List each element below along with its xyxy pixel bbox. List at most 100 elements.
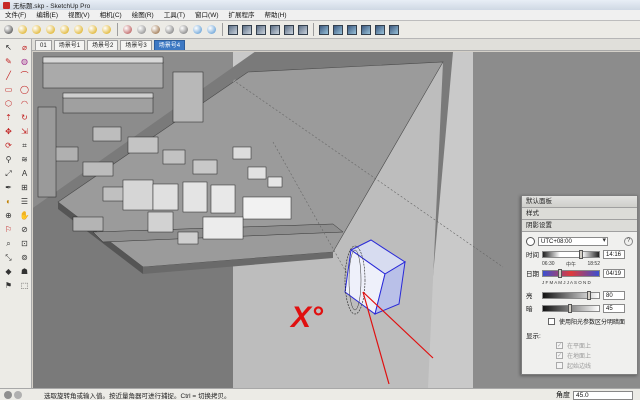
tool-icon[interactable]: ≋	[18, 154, 31, 166]
zoom-icon[interactable]	[163, 23, 176, 36]
on-faces-checkbox[interactable]: ✓ 在平面上	[556, 340, 633, 350]
tool-icon[interactable]: ▭	[2, 84, 15, 96]
styles-panel-header[interactable]: 样式	[522, 208, 637, 220]
tool-icon[interactable]: ⊡	[18, 238, 31, 250]
measurements-value[interactable]: 45.0	[573, 390, 633, 400]
tool-icon[interactable]: ◐	[2, 196, 15, 208]
orbit-icon[interactable]	[135, 23, 148, 36]
push-pull-icon[interactable]	[16, 23, 29, 36]
tool-icon[interactable]: ⊞	[18, 182, 31, 194]
menu-item[interactable]: 视图(V)	[63, 10, 95, 21]
tool-icon[interactable]: ◍	[18, 56, 31, 68]
date-slider-knob[interactable]	[558, 268, 562, 278]
light-slider[interactable]	[542, 290, 600, 300]
tool-icon[interactable]: ↻	[18, 112, 31, 124]
tool-icon[interactable]: ⌕	[2, 238, 15, 250]
scale-icon[interactable]	[86, 23, 99, 36]
back-view-icon[interactable]	[282, 23, 295, 36]
zoom-extents-icon[interactable]	[177, 23, 190, 36]
date-field[interactable]: 04/19	[603, 268, 625, 278]
tool-icon[interactable]: ✥	[2, 126, 15, 138]
time-field[interactable]: 14:16	[603, 249, 625, 259]
tool-icon[interactable]: ◠	[18, 98, 31, 110]
tool-icon[interactable]: ⚐	[2, 224, 15, 236]
timezone-select[interactable]: UTC+08:00	[538, 236, 608, 246]
hidden-line-icon[interactable]	[345, 23, 358, 36]
tool-icon[interactable]: ⌗	[18, 140, 31, 152]
next-view-icon[interactable]	[205, 23, 218, 36]
select-tool-icon[interactable]	[2, 23, 15, 36]
geo-location-icon[interactable]	[4, 390, 12, 399]
follow-me-icon[interactable]	[44, 23, 57, 36]
dark-slider-knob[interactable]	[568, 303, 572, 313]
tool-icon[interactable]: ⇲	[18, 126, 31, 138]
tool-icon[interactable]: ╱	[2, 70, 15, 82]
offset-icon[interactable]	[72, 23, 85, 36]
tool-icon[interactable]: ◆	[2, 266, 15, 278]
tool-icon[interactable]: ⌒	[18, 70, 31, 82]
shadow-toggle-icon[interactable]	[526, 236, 535, 246]
front-view-icon[interactable]	[254, 23, 267, 36]
left-view-icon[interactable]	[296, 23, 309, 36]
tool-icon[interactable]: ⚲	[2, 154, 15, 166]
menu-item[interactable]: 工具(T)	[159, 10, 190, 21]
tool-icon[interactable]: A	[18, 168, 31, 180]
tray-header[interactable]: 默认面板	[522, 196, 637, 208]
textured-icon[interactable]	[373, 23, 386, 36]
tool-icon[interactable]: ↖	[2, 42, 15, 54]
shaded-icon[interactable]	[359, 23, 372, 36]
menu-item[interactable]: 文件(F)	[0, 10, 31, 21]
tool-icon[interactable]: ☰	[18, 196, 31, 208]
time-slider-knob[interactable]	[579, 249, 583, 259]
xray-icon[interactable]	[317, 23, 330, 36]
tool-icon[interactable]: ☗	[18, 266, 31, 278]
tool-icon[interactable]: ⬡	[2, 98, 15, 110]
wireframe-icon[interactable]	[331, 23, 344, 36]
scene-tab[interactable]: 场景号3	[120, 40, 152, 50]
paint-icon[interactable]	[100, 23, 113, 36]
credits-icon[interactable]	[14, 390, 22, 399]
tool-icon[interactable]: ⬚	[18, 280, 31, 292]
tool-icon[interactable]: ⚑	[2, 280, 15, 292]
menu-item[interactable]: 编辑(E)	[31, 10, 63, 21]
tool-icon[interactable]: ✒	[2, 182, 15, 194]
monochrome-icon[interactable]	[387, 23, 400, 36]
light-slider-knob[interactable]	[587, 290, 591, 300]
previous-view-icon[interactable]	[191, 23, 204, 36]
tool-icon[interactable]: ⌀	[18, 42, 31, 54]
date-slider[interactable]	[542, 268, 600, 278]
tool-icon[interactable]: ◯	[18, 84, 31, 96]
light-field[interactable]: 80	[603, 290, 625, 300]
tool-icon[interactable]: ⤡	[2, 252, 15, 264]
menu-item[interactable]: 帮助(H)	[260, 10, 292, 21]
tool-icon[interactable]: ⇡	[2, 112, 15, 124]
components-icon[interactable]	[121, 23, 134, 36]
menu-item[interactable]: 相机(C)	[95, 10, 127, 21]
iso-view-icon[interactable]	[226, 23, 239, 36]
checkbox-box[interactable]	[548, 317, 555, 325]
tool-icon[interactable]: ⊚	[18, 252, 31, 264]
tool-icon[interactable]: ✎	[2, 56, 15, 68]
tool-icon[interactable]: ✋	[18, 210, 31, 222]
tool-icon[interactable]: ⤢	[2, 168, 15, 180]
menu-item[interactable]: 扩展程序	[224, 10, 260, 21]
scene-tab[interactable]: 场景号2	[87, 40, 119, 50]
on-ground-checkbox[interactable]: ✓ 在地面上	[556, 350, 633, 360]
dark-field[interactable]: 45	[603, 303, 625, 313]
pan-icon[interactable]	[149, 23, 162, 36]
tool-icon[interactable]: ⟳	[2, 140, 15, 152]
shadow-settings-header[interactable]: 阴影设置	[522, 220, 637, 232]
help-icon[interactable]: ?	[624, 236, 633, 246]
tool-icon[interactable]: ⊘	[18, 224, 31, 236]
scene-tab[interactable]: 场景号1	[53, 40, 86, 50]
right-view-icon[interactable]	[268, 23, 281, 36]
scene-tab[interactable]: 场景号4	[153, 40, 186, 50]
dark-slider[interactable]	[542, 303, 600, 313]
menu-item[interactable]: 窗口(W)	[190, 10, 223, 21]
scene-tab[interactable]: 01	[35, 40, 52, 50]
from-edges-checkbox[interactable]: 起始边线	[556, 360, 633, 370]
tool-icon[interactable]: ⊕	[2, 210, 15, 222]
use-sun-checkbox[interactable]: 使用阳光参数区分明暗面	[548, 316, 633, 326]
rotate-icon[interactable]	[30, 23, 43, 36]
move-icon[interactable]	[58, 23, 71, 36]
